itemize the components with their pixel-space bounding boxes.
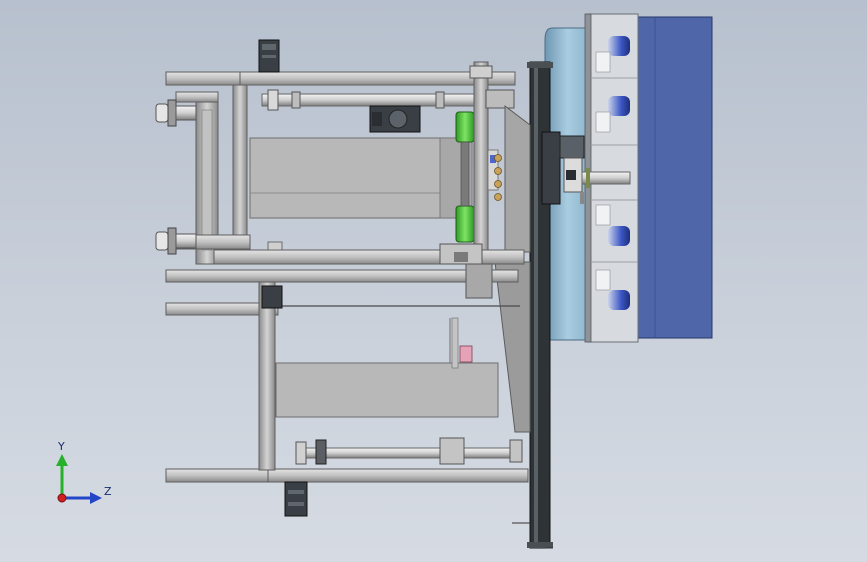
knob-3[interactable] bbox=[494, 180, 502, 188]
top-rail[interactable] bbox=[165, 71, 516, 86]
mid-rail-upper[interactable] bbox=[165, 269, 519, 283]
knob-4[interactable] bbox=[494, 193, 502, 201]
green-cylinder-bottom[interactable] bbox=[455, 205, 475, 243]
blue-end-block[interactable] bbox=[636, 16, 713, 339]
bottom-rail[interactable] bbox=[165, 468, 529, 483]
z-axis-label: Z bbox=[104, 485, 112, 498]
side-plate[interactable] bbox=[504, 104, 531, 253]
upper-panel[interactable] bbox=[249, 137, 473, 219]
bottom-motor[interactable] bbox=[284, 481, 308, 517]
lower-shaft-assembly[interactable] bbox=[295, 437, 523, 465]
roller-3[interactable] bbox=[608, 226, 630, 246]
roller-1[interactable] bbox=[608, 36, 630, 56]
left-wheel-top[interactable] bbox=[155, 99, 197, 127]
roller-2[interactable] bbox=[608, 96, 630, 116]
inner-post[interactable] bbox=[232, 84, 248, 256]
knob-1[interactable] bbox=[494, 154, 502, 162]
green-cylinder-top[interactable] bbox=[455, 111, 475, 143]
top-motor[interactable] bbox=[258, 39, 280, 73]
pink-sensor[interactable] bbox=[459, 345, 473, 363]
lower-panel[interactable] bbox=[275, 317, 499, 418]
y-axis-label: Y bbox=[58, 440, 65, 453]
orientation-triad bbox=[56, 454, 102, 504]
left-wheel-bottom[interactable] bbox=[155, 227, 197, 255]
cad-viewport[interactable] bbox=[0, 0, 867, 562]
gusset-plate[interactable] bbox=[494, 261, 531, 433]
x-axis-origin bbox=[57, 493, 67, 503]
knob-2[interactable] bbox=[494, 167, 502, 175]
roller-4[interactable] bbox=[608, 290, 630, 310]
connector-block[interactable] bbox=[261, 285, 283, 309]
lower-post[interactable] bbox=[258, 281, 276, 471]
